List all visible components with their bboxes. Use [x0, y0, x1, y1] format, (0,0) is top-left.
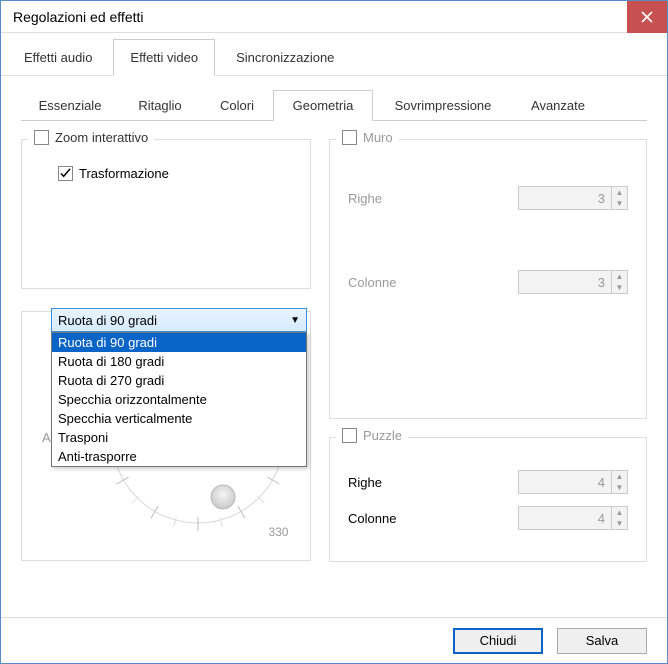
muro-legend: Muro — [336, 130, 399, 145]
dropdown-option[interactable]: Ruota di 180 gradi — [52, 352, 306, 371]
dropdown-option[interactable]: Anti-trasporre — [52, 447, 306, 466]
spin-up-icon[interactable]: ▲ — [612, 187, 627, 198]
subtab-geometria[interactable]: Geometria — [273, 90, 373, 121]
window-title: Regolazioni ed effetti — [13, 9, 144, 25]
puzzle-righe-label: Righe — [348, 475, 382, 490]
dropdown-option[interactable]: Trasponi — [52, 428, 306, 447]
muro-group: Muro Righe 3 ▲▼ Colonne 3 ▲▼ — [329, 139, 647, 419]
dropdown-option[interactable]: Ruota di 90 gradi — [52, 333, 306, 352]
puzzle-legend: Puzzle — [336, 428, 408, 443]
zoom-group: Zoom interattivo Trasformazione — [21, 139, 311, 289]
spin-down-icon[interactable]: ▼ — [612, 482, 627, 493]
chevron-down-icon: ▼ — [290, 315, 300, 326]
trasformazione-checkbox[interactable] — [58, 166, 73, 181]
tab-sincronizzazione[interactable]: Sincronizzazione — [219, 39, 351, 75]
muro-colonne-value: 3 — [519, 275, 611, 290]
subtab-sovrimpressione[interactable]: Sovrimpressione — [373, 90, 513, 120]
dialog-footer: Chiudi Salva — [1, 617, 667, 663]
puzzle-righe-spinner[interactable]: 4 ▲▼ — [518, 470, 628, 494]
puzzle-label: Puzzle — [363, 428, 402, 443]
dial-tick-330: 330 — [268, 525, 288, 539]
dropdown-list: Ruota di 90 gradi Ruota di 180 gradi Ruo… — [51, 332, 307, 467]
puzzle-group: Puzzle Righe 4 ▲▼ Colonne 4 ▲▼ — [329, 437, 647, 562]
puzzle-colonne-label: Colonne — [348, 511, 396, 526]
spin-down-icon[interactable]: ▼ — [612, 198, 627, 209]
tab-effetti-audio[interactable]: Effetti audio — [7, 39, 109, 75]
spin-up-icon[interactable]: ▲ — [612, 471, 627, 482]
dropdown-selected-text: Ruota di 90 gradi — [58, 313, 157, 328]
puzzle-colonne-spinner[interactable]: 4 ▲▼ — [518, 506, 628, 530]
muro-righe-label: Righe — [348, 191, 382, 206]
spin-up-icon[interactable]: ▲ — [612, 507, 627, 518]
zoom-legend: Zoom interattivo — [28, 130, 154, 145]
subtab-essenziale[interactable]: Essenziale — [21, 90, 119, 120]
dropdown-option[interactable]: Specchia verticalmente — [52, 409, 306, 428]
muro-righe-value: 3 — [519, 191, 611, 206]
zoom-label: Zoom interattivo — [55, 130, 148, 145]
main-tab-bar: Effetti audio Effetti video Sincronizzaz… — [1, 33, 667, 76]
dropdown-option[interactable]: Ruota di 270 gradi — [52, 371, 306, 390]
content-area: Essenziale Ritaglio Colori Geometria Sov… — [1, 76, 667, 617]
dropdown-option[interactable]: Specchia orizzontalmente — [52, 390, 306, 409]
close-dialog-button[interactable]: Chiudi — [453, 628, 543, 654]
titlebar: Regolazioni ed effetti — [1, 1, 667, 33]
spin-up-icon[interactable]: ▲ — [612, 271, 627, 282]
zoom-checkbox[interactable] — [34, 130, 49, 145]
dropdown-selected[interactable]: Ruota di 90 gradi ▼ — [51, 308, 307, 332]
dialog-window: Regolazioni ed effetti Effetti audio Eff… — [0, 0, 668, 664]
puzzle-colonne-value: 4 — [519, 511, 611, 526]
muro-checkbox[interactable] — [342, 130, 357, 145]
trasformazione-dropdown[interactable]: Ruota di 90 gradi ▼ Ruota di 90 gradi Ru… — [51, 308, 307, 467]
sub-tab-bar: Essenziale Ritaglio Colori Geometria Sov… — [21, 90, 647, 121]
muro-colonne-spinner[interactable]: 3 ▲▼ — [518, 270, 628, 294]
trasformazione-label: Trasformazione — [79, 166, 169, 181]
spin-down-icon[interactable]: ▼ — [612, 282, 627, 293]
muro-label: Muro — [363, 130, 393, 145]
muro-righe-spinner[interactable]: 3 ▲▼ — [518, 186, 628, 210]
puzzle-righe-value: 4 — [519, 475, 611, 490]
tab-effetti-video[interactable]: Effetti video — [113, 39, 215, 76]
muro-colonne-label: Colonne — [348, 275, 396, 290]
close-icon — [641, 11, 653, 23]
spin-down-icon[interactable]: ▼ — [612, 518, 627, 529]
subtab-colori[interactable]: Colori — [201, 90, 273, 120]
subtab-ritaglio[interactable]: Ritaglio — [119, 90, 201, 120]
puzzle-checkbox[interactable] — [342, 428, 357, 443]
subtab-avanzate[interactable]: Avanzate — [513, 90, 603, 120]
close-button[interactable] — [627, 1, 667, 33]
save-button[interactable]: Salva — [557, 628, 647, 654]
